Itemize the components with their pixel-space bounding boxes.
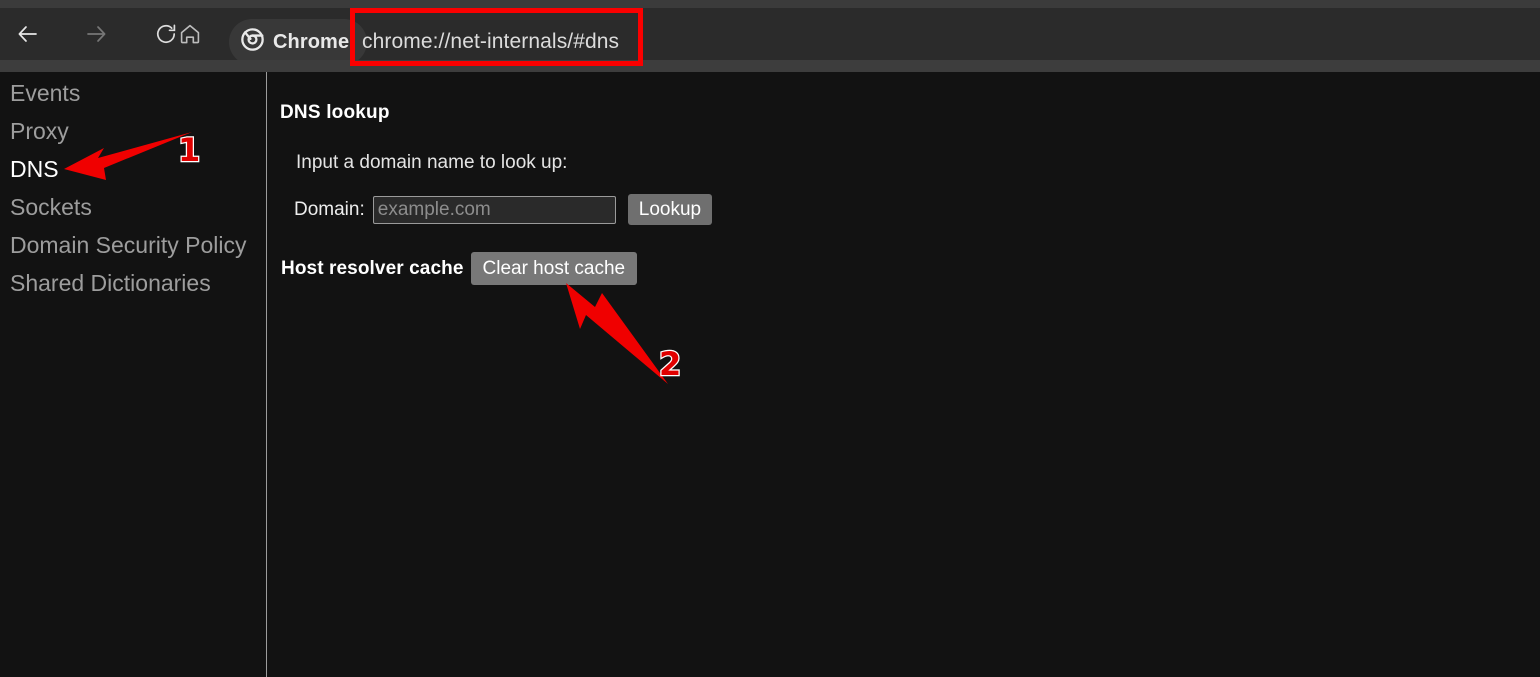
bookmarks-bar bbox=[0, 60, 1540, 72]
host-resolver-cache-label: Host resolver cache bbox=[281, 257, 464, 279]
domain-lookup-row: Domain: Lookup bbox=[294, 194, 713, 225]
domain-field-label: Domain: bbox=[294, 198, 365, 220]
sidebar-item-sockets[interactable]: Sockets bbox=[10, 196, 92, 219]
page-title: DNS lookup bbox=[280, 102, 390, 123]
sidebar-nav: Events Proxy DNS Sockets Domain Security… bbox=[0, 72, 266, 677]
chrome-logo-icon bbox=[241, 28, 264, 56]
lookup-prompt-text: Input a domain name to look up: bbox=[296, 152, 568, 173]
net-internals-page: Events Proxy DNS Sockets Domain Security… bbox=[0, 72, 1540, 677]
clear-host-cache-button[interactable]: Clear host cache bbox=[470, 252, 638, 285]
domain-input[interactable] bbox=[372, 195, 616, 224]
sidebar-item-shared-dictionaries[interactable]: Shared Dictionaries bbox=[10, 272, 211, 295]
back-arrow-icon[interactable] bbox=[10, 16, 46, 52]
chrome-chip-label: Chrome bbox=[273, 30, 350, 53]
sidebar-item-domain-security-policy[interactable]: Domain Security Policy bbox=[10, 234, 246, 257]
sidebar-item-dns[interactable]: DNS bbox=[10, 158, 59, 181]
home-icon[interactable] bbox=[172, 16, 208, 52]
sidebar-item-events[interactable]: Events bbox=[10, 82, 80, 105]
browser-toolbar: Chrome chrome://net-internals/#dns bbox=[0, 8, 1540, 65]
forward-arrow-icon[interactable] bbox=[78, 16, 114, 52]
browser-window: Chrome chrome://net-internals/#dns Event… bbox=[0, 0, 1540, 677]
sidebar-item-proxy[interactable]: Proxy bbox=[10, 120, 69, 143]
tab-strip bbox=[0, 0, 1540, 8]
main-content: DNS lookup Input a domain name to look u… bbox=[267, 72, 1540, 677]
lookup-button[interactable]: Lookup bbox=[627, 194, 713, 225]
chrome-profile-chip[interactable]: Chrome bbox=[229, 19, 368, 65]
host-resolver-cache-row: Host resolver cache Clear host cache bbox=[281, 252, 638, 285]
